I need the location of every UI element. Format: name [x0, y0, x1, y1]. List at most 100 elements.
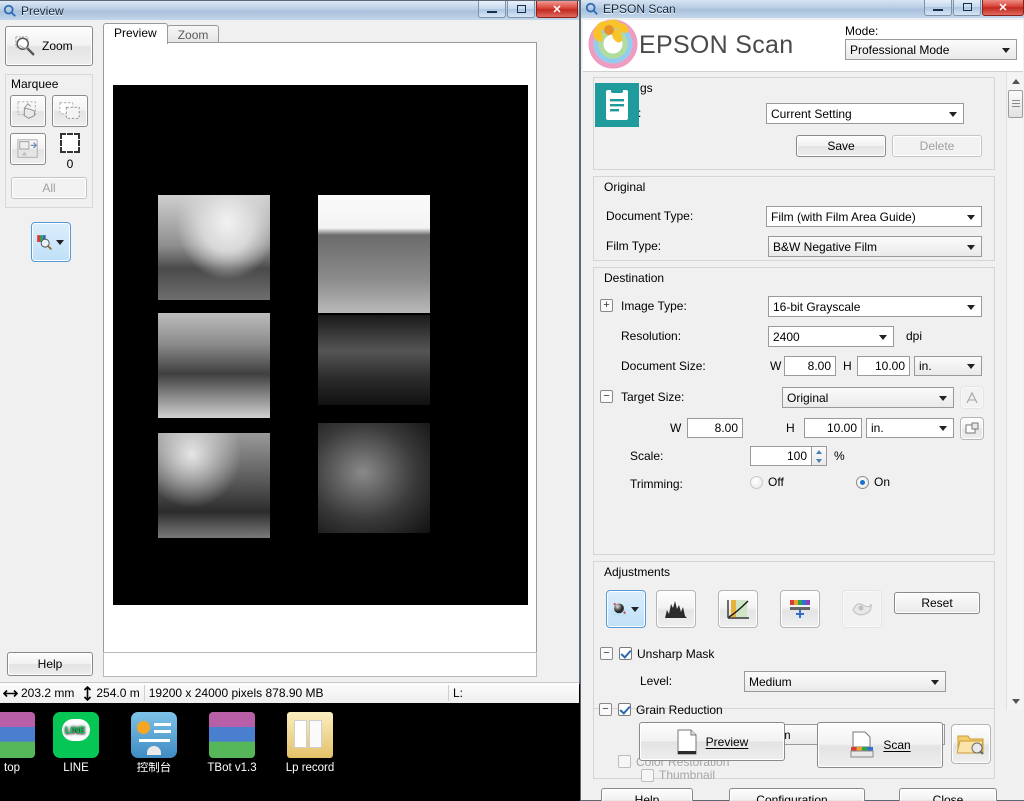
- image-adjustment-icon[interactable]: [842, 590, 882, 628]
- scale-value: 100: [786, 449, 807, 463]
- mode-select[interactable]: Professional Mode: [845, 39, 1017, 60]
- resolution-unit: dpi: [906, 329, 923, 343]
- delete-button[interactable]: Delete: [892, 135, 982, 157]
- trimming-off-label: Off: [768, 475, 784, 489]
- film-frame-6[interactable]: [318, 423, 430, 533]
- folder-settings-icon: [957, 735, 984, 755]
- unsharp-mask-collapser[interactable]: −: [600, 647, 613, 660]
- document-unit-select[interactable]: in.: [914, 356, 982, 376]
- configuration-label: Configuration...: [756, 793, 838, 801]
- auto-exposure-icon[interactable]: [606, 590, 646, 628]
- marquee-copy-button[interactable]: [52, 95, 88, 127]
- scan-destination-folder-button[interactable]: [951, 724, 991, 764]
- tab-preview[interactable]: Preview: [103, 23, 168, 44]
- target-lock-aspect-button[interactable]: [960, 417, 984, 440]
- preview-film-strip[interactable]: [113, 85, 528, 605]
- thumbnail-option[interactable]: Thumbnail: [641, 768, 715, 782]
- target-unit-value: in.: [871, 421, 884, 435]
- document-width-value: 8.00: [807, 359, 831, 373]
- image-type-expander[interactable]: +: [600, 299, 613, 312]
- epson-titlebar[interactable]: EPSON Scan ✕: [581, 0, 1024, 18]
- document-unit-value: in.: [919, 359, 932, 373]
- maximize-button[interactable]: [953, 0, 981, 16]
- desktop-icon-console[interactable]: 控制台: [116, 712, 192, 775]
- settings-name-select[interactable]: Current Setting: [766, 103, 964, 124]
- scroll-up-button[interactable]: [1007, 73, 1024, 90]
- preview-titlebar[interactable]: Preview ✕: [0, 1, 579, 20]
- auto-exposure-preview-button[interactable]: [31, 222, 71, 262]
- target-size-select[interactable]: Original: [782, 387, 954, 408]
- trimming-off-option[interactable]: Off: [750, 475, 784, 489]
- auto-exposure-glyph-icon: [611, 602, 627, 617]
- scale-stepper[interactable]: [812, 446, 827, 466]
- preview-button[interactable]: Preview: [639, 722, 785, 761]
- reset-button[interactable]: Reset: [894, 592, 980, 614]
- unsharp-mask-checkbox[interactable]: [619, 647, 632, 660]
- document-height-input[interactable]: 10.00: [857, 356, 910, 376]
- target-width-input[interactable]: 8.00: [687, 418, 743, 438]
- trimming-on-radio[interactable]: [856, 475, 869, 489]
- epson-brand-label: EPSON Scan: [639, 31, 794, 59]
- target-unit-select[interactable]: in.: [866, 418, 954, 438]
- configuration-button[interactable]: Configuration...: [729, 788, 865, 801]
- trimming-off-radio[interactable]: [750, 475, 763, 489]
- marquee-delete-button[interactable]: [10, 133, 46, 165]
- image-type-select[interactable]: 16-bit Grayscale: [768, 296, 982, 317]
- film-frame-5[interactable]: [158, 433, 270, 538]
- minimize-button[interactable]: [924, 0, 952, 16]
- marquee-all-button[interactable]: All: [11, 177, 87, 199]
- scan-button[interactable]: Scan: [817, 722, 943, 768]
- color-palette-icon[interactable]: [780, 590, 820, 628]
- desktop-icon-label: TBot v1.3: [207, 762, 257, 774]
- settings-scrollbar[interactable]: [1006, 73, 1023, 710]
- resolution-select[interactable]: 2400: [768, 326, 894, 347]
- preview-help-button[interactable]: Help: [7, 652, 93, 676]
- unsharp-level-select[interactable]: Medium: [744, 671, 946, 692]
- zoom-magnifier-icon: [15, 36, 35, 56]
- preview-info-field[interactable]: [103, 652, 537, 677]
- zoom-button[interactable]: Zoom: [5, 26, 93, 66]
- film-frame-1[interactable]: [158, 195, 270, 300]
- document-width-input[interactable]: 8.00: [784, 356, 836, 376]
- help-button[interactable]: Help: [601, 788, 693, 801]
- epson-header: EPSON Scan Mode: Professional Mode: [583, 19, 1023, 72]
- target-width-value: 8.00: [714, 421, 738, 435]
- desktop-icon-lprecord[interactable]: Lp record: [272, 712, 348, 775]
- scale-increment[interactable]: [812, 447, 826, 456]
- scrollbar-thumb[interactable]: [1008, 90, 1023, 118]
- film-frame-2[interactable]: [318, 195, 430, 313]
- film-frame-3[interactable]: [158, 313, 270, 418]
- document-type-select[interactable]: Film (with Film Area Guide): [766, 206, 982, 227]
- reset-label: Reset: [921, 596, 953, 610]
- scale-input[interactable]: 100: [750, 446, 812, 466]
- desktop-icon-tbot[interactable]: TBot v1.3: [194, 712, 270, 775]
- target-size-label: Target Size:: [621, 390, 685, 404]
- winrar-icon: [0, 712, 35, 758]
- close-button[interactable]: Close: [899, 788, 997, 801]
- target-height-input[interactable]: 10.00: [804, 418, 862, 438]
- maximize-button[interactable]: [507, 1, 535, 18]
- preview-canvas[interactable]: [103, 42, 537, 672]
- scroll-down-button[interactable]: [1007, 693, 1024, 710]
- custom-size-icon: [966, 391, 978, 403]
- save-button[interactable]: Save: [796, 135, 886, 157]
- film-type-select[interactable]: B&W Negative Film: [768, 236, 982, 257]
- line-icon: LINE: [53, 712, 99, 758]
- target-size-collapser[interactable]: −: [600, 390, 613, 403]
- marquee-draw-button[interactable]: [10, 95, 46, 127]
- document-type-label: Document Type:: [606, 209, 694, 223]
- scale-decrement[interactable]: [812, 456, 826, 465]
- target-size-custom-button[interactable]: [960, 386, 984, 409]
- tone-curve-icon[interactable]: [718, 590, 758, 628]
- trimming-on-option[interactable]: On: [856, 475, 890, 489]
- minimize-button[interactable]: [478, 1, 506, 18]
- desktop-icon-line[interactable]: LINE LINE: [38, 712, 114, 775]
- close-icon[interactable]: ✕: [536, 1, 578, 18]
- epson-flower-logo-icon: [588, 19, 638, 69]
- film-frame-4[interactable]: [318, 315, 430, 405]
- thumbnail-label: Thumbnail: [659, 768, 716, 782]
- close-icon[interactable]: ✕: [982, 0, 1024, 16]
- preview-help-label: Help: [37, 657, 63, 671]
- thumbnail-checkbox[interactable]: [641, 768, 654, 782]
- histogram-icon[interactable]: [656, 590, 696, 628]
